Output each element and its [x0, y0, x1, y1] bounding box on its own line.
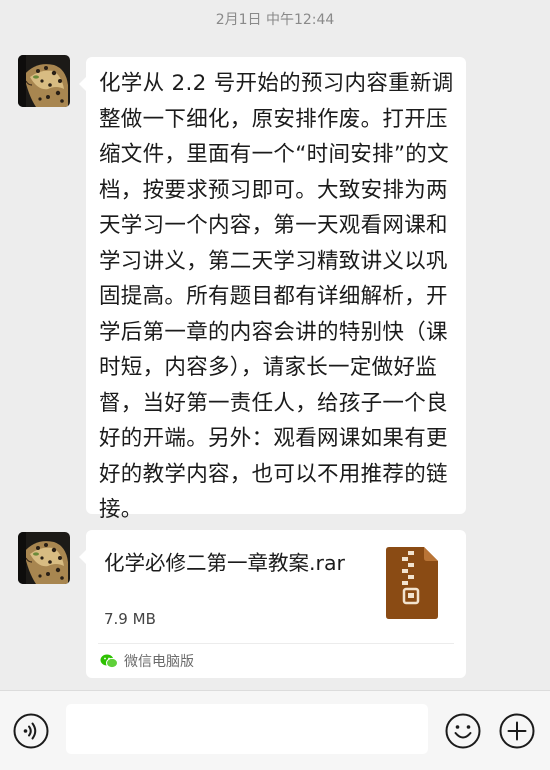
sender-avatar[interactable] [18, 55, 70, 107]
file-source: 微信电脑版 [100, 650, 194, 672]
chat-timestamp: 2月1日 中午12:44 [215, 12, 335, 28]
file-message-bubble[interactable]: 化学必修二第一章教案.rar 7.9 MB 微信电脑版 [79, 530, 466, 678]
file-source-label: 微信电脑版 [124, 654, 194, 670]
wechat-icon [100, 654, 118, 669]
message-input[interactable] [66, 704, 428, 754]
plus-icon [499, 713, 535, 749]
message-text: 化学从 2.2 号开始的预习内容重新调整做一下细化，原安排作废。打开压缩文件，里… [99, 71, 454, 522]
emoji-icon [445, 713, 481, 749]
leopard-avatar [18, 55, 70, 107]
voice-icon [13, 713, 49, 749]
input-bar [0, 690, 550, 770]
leopard-avatar [18, 532, 70, 584]
emoji-button[interactable] [445, 713, 481, 753]
sender-avatar[interactable] [18, 532, 70, 584]
file-divider [98, 643, 454, 644]
text-message-bubble[interactable]: 化学从 2.2 号开始的预习内容重新调整做一下细化，原安排作废。打开压缩文件，里… [79, 57, 466, 522]
file-size: 7.9 MB [104, 610, 156, 628]
archive-zip-icon [386, 547, 438, 623]
file-name: 化学必修二第一章教案.rar [104, 551, 345, 575]
voice-button[interactable] [13, 713, 49, 753]
plus-button[interactable] [499, 713, 535, 753]
